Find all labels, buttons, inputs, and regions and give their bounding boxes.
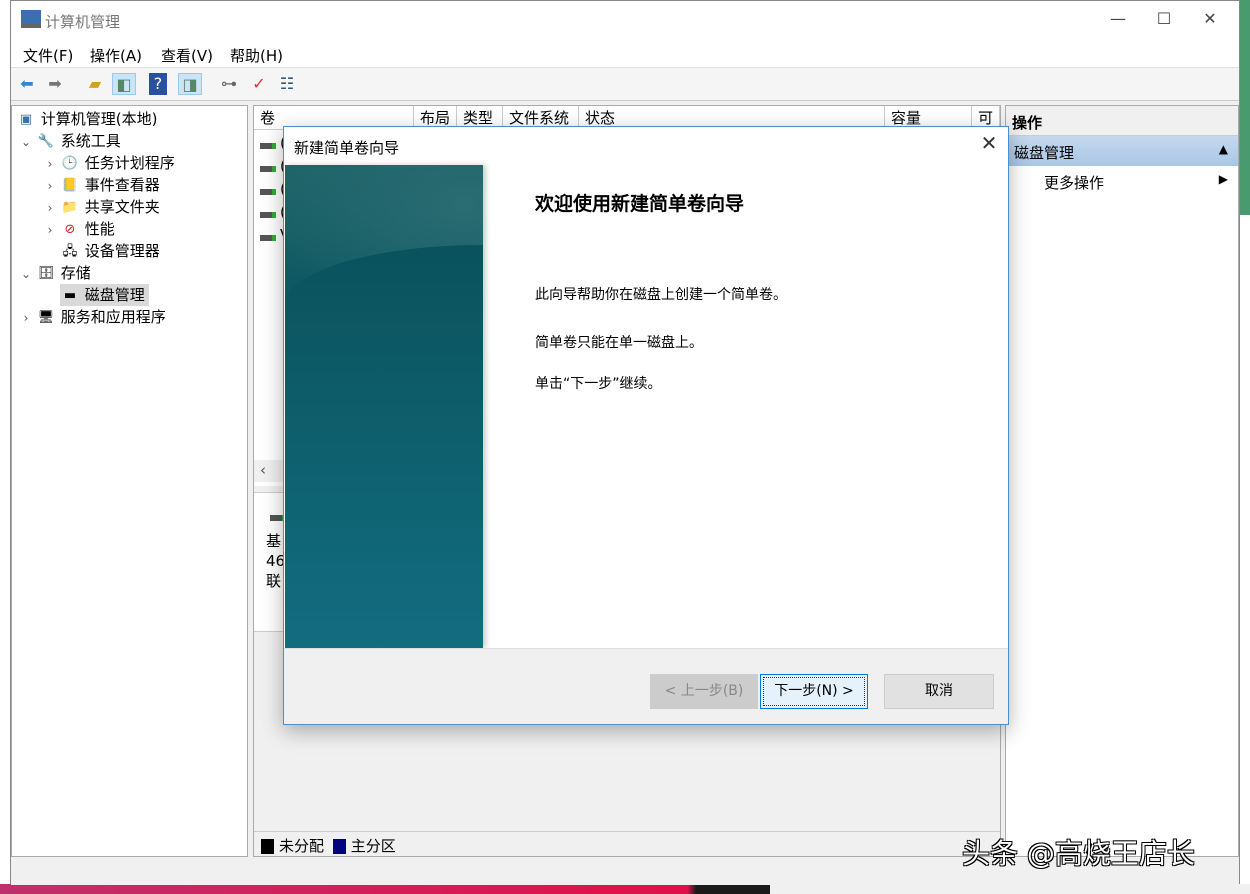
tree-event-viewer[interactable]: › 📒 事件查看器 [16, 174, 247, 196]
tree-label: 性能 [84, 220, 115, 238]
window-title: 计算机管理 [45, 13, 121, 31]
chevron-right-icon[interactable]: › [40, 153, 60, 175]
actions-section-disk-management[interactable]: 磁盘管理 ▲ [1006, 136, 1238, 166]
tree-shared-folders[interactable]: › 📁 共享文件夹 [16, 196, 247, 218]
watermark: 头条 @高烧王店长 [962, 837, 1195, 870]
wizard-heading: 欢迎使用新建简单卷向导 [535, 193, 745, 215]
new-simple-volume-wizard-dialog: 新建简单卷向导 ✕ 欢迎使用新建简单卷向导 此向导帮助你在磁盘上创建一个简单卷。… [283, 126, 1009, 725]
back-arrow-icon[interactable]: ⬅ [15, 73, 39, 95]
event-log-icon: 📒 [61, 177, 79, 193]
title-bar: 计算机管理 — ☐ ✕ [11, 1, 1239, 39]
actions-header: 操作 [1006, 106, 1238, 136]
submenu-arrow-icon: ▶ [1218, 172, 1228, 186]
tree-label: 任务计划程序 [84, 154, 175, 172]
tree-label: 系统工具 [60, 132, 121, 150]
minimize-button[interactable]: — [1095, 5, 1141, 33]
drive-icon [260, 143, 276, 149]
more-actions-label: 更多操作 [1044, 174, 1105, 192]
show-hide-action-pane-icon[interactable]: ◨ [178, 73, 202, 95]
checklist-icon[interactable]: ✓ [247, 73, 271, 95]
close-button[interactable]: ✕ [1187, 5, 1233, 33]
menu-view[interactable]: 查看(V) [161, 45, 213, 66]
unallocated-swatch [261, 839, 274, 854]
drive-icon [260, 166, 276, 172]
services-icon: 🖥 [37, 309, 55, 325]
legend-unallocated: 未分配 [279, 837, 325, 855]
maximize-button[interactable]: ☐ [1141, 5, 1187, 33]
tree-label: 磁盘管理 [84, 286, 145, 304]
chevron-right-icon[interactable]: › [16, 307, 36, 329]
primary-swatch [332, 839, 346, 854]
device-manager-icon: 🖧 [62, 243, 78, 259]
legend: 未分配 主分区 [254, 831, 1000, 857]
tree-disk-management[interactable]: ▬ 磁盘管理 [16, 284, 247, 306]
disk-icon: ▬ [63, 287, 77, 303]
storage-icon: 🗄 [37, 265, 55, 281]
tree-label: 服务和应用程序 [60, 308, 166, 326]
connect-icon[interactable]: ⊶ [217, 73, 241, 95]
navigation-tree: ▣ 计算机管理(本地) ⌄ 🔧 系统工具 › 🕒 任务计划程序 › 📒 事件查看器 ›… [11, 105, 248, 857]
tools-icon: 🔧 [37, 133, 55, 149]
properties-icon[interactable]: ☷ [275, 73, 299, 95]
actions-pane: 操作 磁盘管理 ▲ 更多操作 ▶ [1005, 105, 1239, 857]
tree-services[interactable]: › 🖥 服务和应用程序 [16, 306, 247, 328]
wizard-banner-image [285, 165, 483, 648]
computer-icon: ▣ [19, 111, 33, 127]
tree-label: 设备管理器 [84, 242, 160, 260]
toolbar: ⬅ ➡ ▰ ◧ ? ◨ ⊶ ✓ ☷ [11, 68, 1239, 101]
forward-arrow-icon[interactable]: ➡ [43, 73, 67, 95]
chevron-right-icon[interactable]: › [40, 175, 60, 197]
drive-icon [260, 235, 276, 241]
up-folder-icon[interactable]: ▰ [83, 73, 107, 95]
desktop-background [1240, 0, 1250, 215]
wizard-text-1: 此向导帮助你在磁盘上创建一个简单卷。 [535, 287, 787, 303]
tree-label: 事件查看器 [84, 176, 160, 194]
section-label: 磁盘管理 [1014, 144, 1075, 162]
clock-icon: 🕒 [61, 155, 79, 171]
cancel-button[interactable]: 取消 [884, 674, 994, 709]
tree-label: 计算机管理(本地) [40, 110, 158, 128]
chevron-right-icon[interactable]: › [40, 197, 60, 219]
help-icon[interactable]: ? [149, 73, 167, 95]
tree-task-scheduler[interactable]: › 🕒 任务计划程序 [16, 152, 247, 174]
tree-device-manager[interactable]: 🖧 设备管理器 [16, 240, 247, 262]
collapse-triangle-icon[interactable]: ▲ [1219, 142, 1228, 156]
tree-storage[interactable]: ⌄ 🗄 存储 [16, 262, 247, 284]
shared-folder-icon: 📁 [61, 199, 79, 215]
chevron-down-icon[interactable]: ⌄ [16, 131, 36, 153]
chevron-down-icon[interactable]: ⌄ [16, 263, 36, 285]
drive-icon [260, 212, 276, 218]
next-button[interactable]: 下一步(N) > [760, 674, 868, 709]
menu-action[interactable]: 操作(A) [90, 45, 142, 66]
dialog-title: 新建简单卷向导 [294, 139, 400, 157]
performance-icon: ⊘ [64, 221, 76, 237]
menu-help[interactable]: 帮助(H) [230, 45, 283, 66]
computer-icon [21, 10, 41, 28]
tree-root[interactable]: ▣ 计算机管理(本地) [16, 108, 247, 130]
more-actions-item[interactable]: 更多操作 ▶ [1006, 168, 1238, 196]
wizard-text-3: 单击“下一步”继续。 [535, 376, 662, 392]
tree-label: 存储 [60, 264, 91, 282]
dialog-close-button[interactable]: ✕ [974, 131, 1004, 159]
scroll-left-icon[interactable]: ‹ [260, 461, 266, 479]
tree-label: 共享文件夹 [84, 198, 160, 216]
menu-file[interactable]: 文件(F) [23, 45, 73, 66]
show-hide-tree-icon[interactable]: ◧ [112, 73, 136, 95]
tree-performance[interactable]: › ⊘ 性能 [16, 218, 247, 240]
wizard-text-2: 简单卷只能在单一磁盘上。 [535, 335, 703, 351]
legend-primary: 主分区 [350, 837, 396, 855]
chevron-right-icon[interactable]: › [40, 219, 60, 241]
tree-system-tools[interactable]: ⌄ 🔧 系统工具 [16, 130, 247, 152]
menu-bar: 文件(F) 操作(A) 查看(V) 帮助(H) [11, 39, 1239, 68]
taskbar-strip [0, 884, 1250, 894]
drive-icon [260, 189, 276, 195]
back-button[interactable]: < 上一步(B) [650, 674, 758, 709]
dialog-footer: < 上一步(B) 下一步(N) > 取消 [284, 648, 1008, 724]
